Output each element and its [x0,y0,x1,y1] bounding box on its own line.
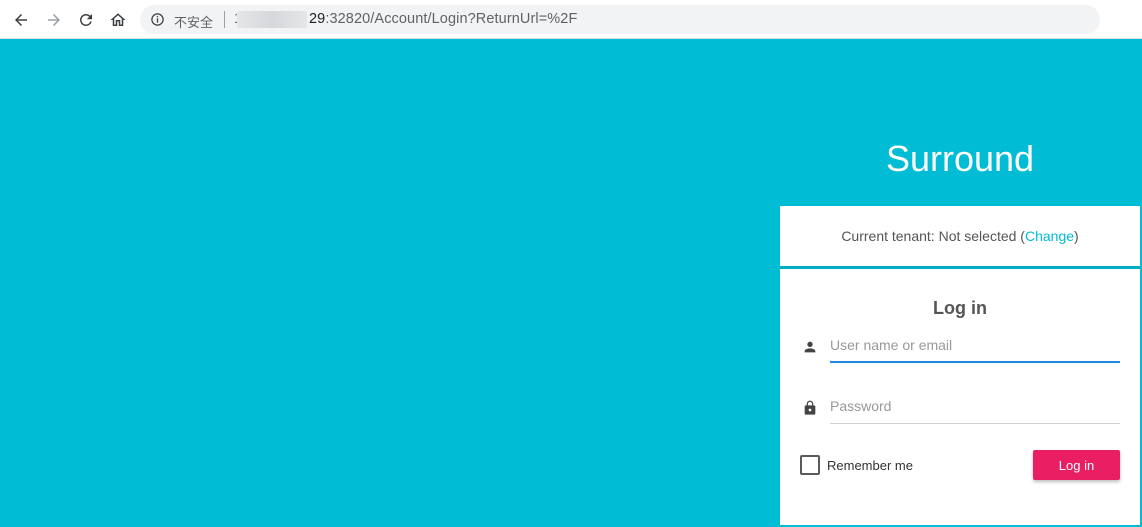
remember-me[interactable]: Remember me [800,455,913,475]
person-icon [804,341,816,353]
login-button[interactable]: Log in [1033,450,1120,480]
reload-button[interactable] [74,8,98,32]
change-tenant-link[interactable]: Change [1025,228,1074,244]
address-bar[interactable]: 不安全 1 29:32820/Account/Login?ReturnUrl=%… [140,5,1100,34]
reload-icon [79,13,92,26]
back-button[interactable] [9,8,33,32]
remember-me-label: Remember me [827,457,913,473]
security-label[interactable]: 不安全 [174,12,213,31]
home-button[interactable] [106,8,130,32]
browser-toolbar: 不安全 1 29:32820/Account/Login?ReturnUrl=%… [0,0,1142,39]
lock-icon [804,400,816,415]
tenant-box: Current tenant: Not selected (Change) [780,206,1140,266]
back-arrow-icon [15,14,27,26]
login-card: Log in Remember me Log in [780,269,1140,525]
brand-title: Surround [885,138,1035,179]
tenant-suffix: ) [1074,228,1079,244]
password-underline [830,423,1120,424]
login-title: Log in [933,298,987,318]
url-text: 29:32820/Account/Login?ReturnUrl=%2F [309,11,577,27]
url-host: 29 [309,11,326,27]
home-icon [110,13,126,26]
forward-arrow-icon [48,14,60,26]
tenant-status: Current tenant: Not selected (Change) [841,228,1078,244]
username-underline [830,361,1120,363]
url-path: :32820/Account/Login?ReturnUrl=%2F [325,11,578,27]
info-icon[interactable] [150,12,165,27]
username-input[interactable] [830,330,1120,360]
forward-button[interactable] [42,8,66,32]
address-divider [224,11,225,28]
url-redaction [237,11,307,28]
password-input[interactable] [830,391,1120,421]
remember-me-checkbox[interactable] [800,455,820,475]
tenant-prefix: Current tenant: Not selected ( [841,228,1025,244]
